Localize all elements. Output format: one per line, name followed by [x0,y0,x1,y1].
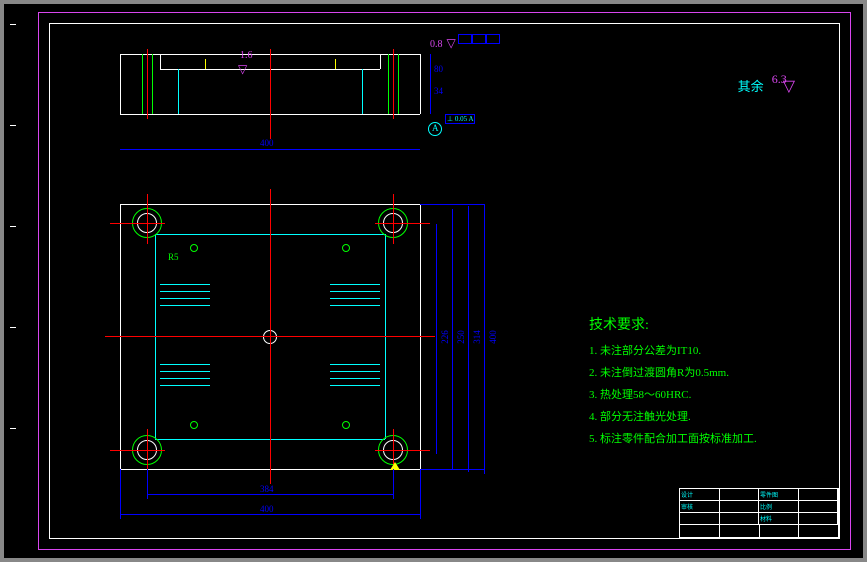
tech-req-3: 3. 热处理58～60HRC. [589,386,799,402]
gdt-feature-box: ⊥ 0.05 A [445,114,475,124]
datum-triangle-icon [390,462,400,470]
dim-250: 250 [456,330,466,344]
dimline-v1 [436,224,437,454]
tech-req-4: 4. 部分无注触光处理. [589,408,799,424]
dim-80: 80 [434,64,443,74]
dim-width-top: 400 [260,138,274,148]
tb-scale: 比例 [759,501,799,512]
dimline-v3 [468,206,469,472]
slot-group-tl [160,284,210,306]
slot-group-bl [160,364,210,386]
tb-material: 材料 [759,513,799,524]
top-roughness-group: 0.8 ▽ [430,34,456,52]
gdt-box-2 [472,34,486,44]
frame-outer: 400 1.6 ▽ 0.8 ▽ 80 34 A ⊥ 0.05 A [38,12,851,550]
plan-view: R5 [120,204,420,504]
slot-group-tr [330,284,380,306]
dim-34: 34 [434,86,443,96]
dim-226: 226 [440,330,450,344]
dim-400: 400 [488,330,498,344]
tb-check: 审核 [680,501,720,512]
gdt-box-3 [486,34,500,44]
roughness-63-symbol: ▽ [783,78,795,95]
roughness-top-symbol: ▽ [447,36,456,50]
dim-384: 384 [260,484,274,494]
tech-req-1: 1. 未注部分公差为IT10. [589,342,799,358]
roughness-symbol-1: ▽ [238,62,247,77]
general-roughness: 其余 6.3 ▽ [738,76,799,96]
dimline-v4 [484,204,485,474]
tb-drawn: 设计 [680,489,720,500]
frame-inner: 400 1.6 ▽ 0.8 ▽ 80 34 A ⊥ 0.05 A [49,23,840,539]
drawing-canvas[interactable]: 400 1.6 ▽ 0.8 ▽ 80 34 A ⊥ 0.05 A [4,4,863,558]
dim-400-bottom: 400 [260,504,274,514]
tech-requirements: 技术要求: 1. 未注部分公差为IT10. 2. 未注倒过渡圆角R为0.5mm.… [589,314,799,446]
title-block: 设计 零件图 审核 比例 材料 [679,488,839,538]
tb-part: 零件图 [759,489,799,500]
datum-label: A [432,123,439,133]
roughness-1: 1.6 [240,50,253,61]
slot-group-br [330,364,380,386]
gdt-box-1 [458,34,472,44]
dim-ext-1 [430,54,431,114]
dimline-h2 [120,514,420,515]
r5-label: R5 [168,252,179,262]
tech-req-2: 2. 未注倒过渡圆角R为0.5mm. [589,364,799,380]
tech-req-5: 5. 标注零件配合加工面按标准加工. [589,430,799,446]
ruler-left [10,24,16,429]
dim-314: 314 [472,330,482,344]
qiyu-label: 其余 [738,79,764,94]
section-view: 400 1.6 ▽ [120,54,420,134]
dimline-h1 [147,494,393,495]
tech-req-title: 技术要求: [589,314,799,334]
roughness-top-val: 0.8 [430,39,443,50]
dimline-v2 [452,209,453,469]
